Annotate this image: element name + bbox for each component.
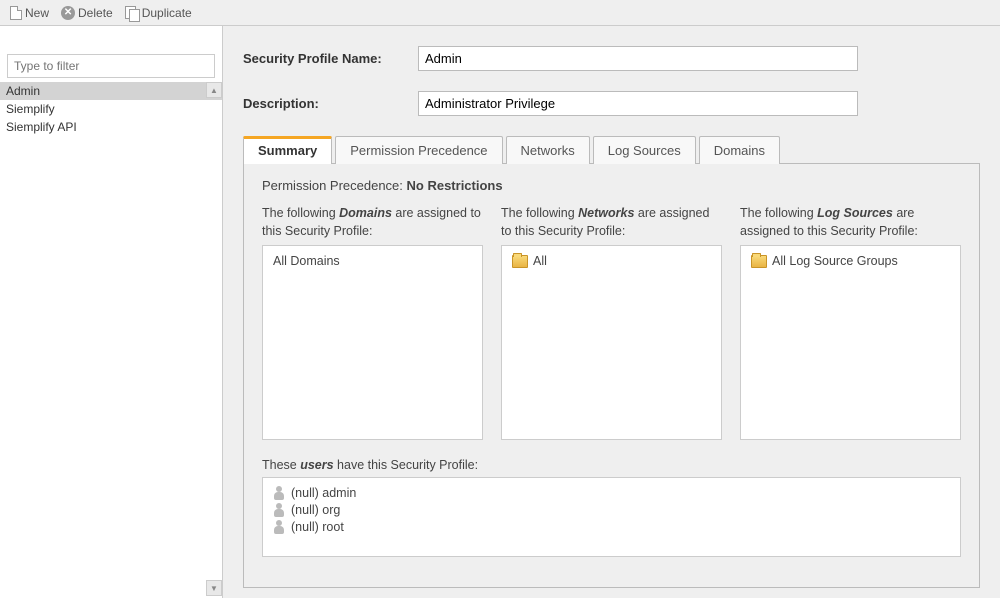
users-title: These users have this Security Profile:	[262, 458, 961, 472]
duplicate-label: Duplicate	[142, 6, 192, 20]
tab-permission-precedence[interactable]: Permission Precedence	[335, 136, 502, 164]
tab-log-sources[interactable]: Log Sources	[593, 136, 696, 164]
tab-content-summary: Permission Precedence: No Restrictions T…	[243, 163, 980, 588]
domains-value: All Domains	[273, 254, 340, 268]
person-icon	[273, 503, 285, 517]
form-row-desc: Description:	[243, 91, 980, 116]
delete-label: Delete	[78, 6, 113, 20]
permission-precedence-line: Permission Precedence: No Restrictions	[262, 178, 961, 193]
name-label: Security Profile Name:	[243, 51, 418, 66]
name-input[interactable]	[418, 46, 858, 71]
user-item: (null) org	[273, 503, 950, 517]
toolbar: New ✕ Delete Duplicate	[0, 0, 1000, 26]
users-box: (null) admin (null) org (null) root	[262, 477, 961, 557]
profile-list: ▲ Admin Siemplify Siemplify API ▼	[0, 82, 222, 598]
desc-label: Description:	[243, 96, 418, 111]
folder-icon	[751, 255, 767, 268]
list-item[interactable]: Admin	[0, 82, 222, 100]
domains-title: The following Domains are assigned to th…	[262, 205, 483, 240]
duplicate-button[interactable]: Duplicate	[121, 4, 196, 22]
delete-icon: ✕	[61, 6, 75, 20]
cards-row: The following Domains are assigned to th…	[262, 205, 961, 440]
tabs: Summary Permission Precedence Networks L…	[243, 136, 980, 164]
list-item[interactable]: Siemplify	[0, 100, 222, 118]
logsources-title: The following Log Sources are assigned t…	[740, 205, 961, 240]
person-icon	[273, 520, 285, 534]
tab-networks[interactable]: Networks	[506, 136, 590, 164]
networks-title: The following Networks are assigned to t…	[501, 205, 722, 240]
tab-summary[interactable]: Summary	[243, 136, 332, 164]
logsources-card: The following Log Sources are assigned t…	[740, 205, 961, 440]
domains-card: The following Domains are assigned to th…	[262, 205, 483, 440]
list-item[interactable]: Siemplify API	[0, 118, 222, 136]
new-icon	[10, 6, 22, 20]
logsources-box: All Log Source Groups	[740, 245, 961, 440]
user-label: (null) root	[291, 520, 344, 534]
networks-item: All	[512, 254, 711, 268]
networks-card: The following Networks are assigned to t…	[501, 205, 722, 440]
perm-label: Permission Precedence:	[262, 178, 407, 193]
scroll-down-button[interactable]: ▼	[206, 580, 222, 596]
folder-icon	[512, 255, 528, 268]
filter-input[interactable]	[7, 54, 215, 78]
tab-domains[interactable]: Domains	[699, 136, 780, 164]
new-label: New	[25, 6, 49, 20]
user-label: (null) org	[291, 503, 340, 517]
user-label: (null) admin	[291, 486, 356, 500]
scroll-up-button[interactable]: ▲	[206, 82, 222, 98]
logsources-value: All Log Source Groups	[772, 254, 898, 268]
person-icon	[273, 486, 285, 500]
new-button[interactable]: New	[6, 4, 53, 22]
logsources-item: All Log Source Groups	[751, 254, 950, 268]
networks-box: All	[501, 245, 722, 440]
right-panel: Security Profile Name: Description: Summ…	[223, 26, 1000, 598]
networks-value: All	[533, 254, 547, 268]
desc-input[interactable]	[418, 91, 858, 116]
form-row-name: Security Profile Name:	[243, 46, 980, 71]
left-panel: ▲ Admin Siemplify Siemplify API ▼	[0, 26, 223, 598]
user-item: (null) admin	[273, 486, 950, 500]
perm-value: No Restrictions	[407, 178, 503, 193]
main-container: ▲ Admin Siemplify Siemplify API ▼ Securi…	[0, 26, 1000, 598]
delete-button[interactable]: ✕ Delete	[57, 4, 117, 22]
domains-box: All Domains	[262, 245, 483, 440]
duplicate-icon	[125, 6, 139, 20]
user-item: (null) root	[273, 520, 950, 534]
